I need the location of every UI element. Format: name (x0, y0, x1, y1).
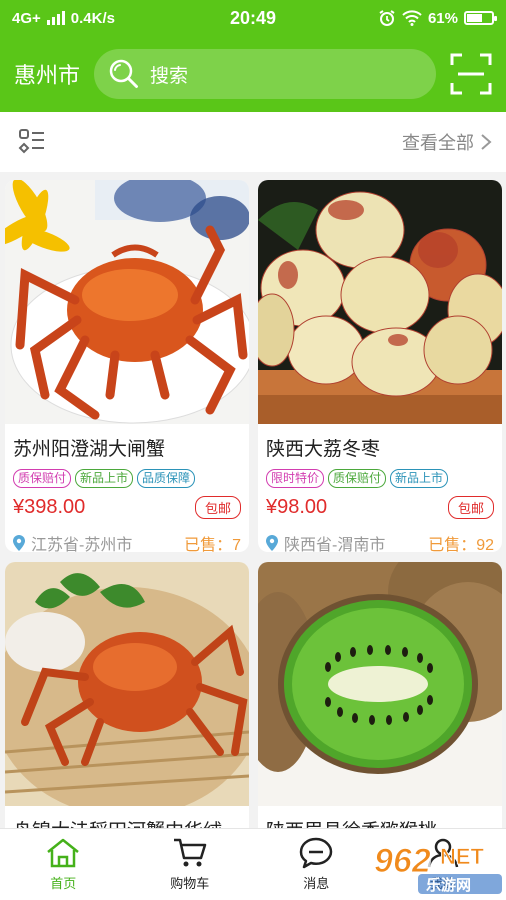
location-pin-icon (266, 535, 278, 551)
product-card[interactable]: 陕西眉县徐香猕猴桃 (258, 562, 502, 842)
kiwi-photo (258, 562, 502, 806)
product-card[interactable]: 苏州阳澄湖大闸蟹 质保赔付 新品上市 品质保障 ¥398.00 包邮 江苏省-苏… (5, 180, 249, 552)
nav-home-label: 首页 (50, 876, 77, 891)
nav-messages-label: 消息 (303, 876, 330, 891)
nav-cart-label: 购物车 (170, 876, 210, 891)
product-tag: 新品上市 (390, 469, 449, 488)
product-location: 陕西省-渭南市 (266, 531, 385, 552)
signal-icon (46, 11, 65, 25)
product-price: ¥98.00 (266, 496, 328, 518)
nav-home[interactable]: 首页 (0, 829, 127, 900)
product-tags: 质保赔付 新品上市 品质保障 (5, 469, 249, 488)
product-tag: 新品上市 (75, 469, 134, 488)
free-shipping-badge: 包邮 (447, 496, 494, 519)
jujube-photo (258, 180, 502, 424)
search-icon (109, 59, 138, 88)
svg-text:NET: NET (440, 844, 485, 869)
view-all-link[interactable]: 查看全部 (402, 129, 492, 155)
location-pin-icon (13, 535, 25, 551)
network-type: 4G+ (12, 9, 41, 27)
search-input[interactable]: 搜索 (150, 61, 188, 88)
product-tag: 质保赔付 (13, 469, 72, 488)
home-icon (47, 838, 80, 868)
status-left: 4G+ 0.4K/s (12, 10, 115, 27)
cart-icon (173, 838, 206, 867)
message-icon (300, 837, 333, 869)
price-row: ¥98.00 包邮 (258, 496, 502, 519)
product-tag: 限时特价 (266, 469, 325, 488)
crab-photo (5, 180, 249, 424)
chevron-right-icon (481, 134, 492, 150)
product-card[interactable]: 舟锦大洼稻田河蟹中华绒 (5, 562, 249, 842)
battery-percent: 61% (427, 9, 458, 27)
sold-count: 已售：7 (184, 537, 241, 552)
nav-messages[interactable]: 消息 (253, 829, 380, 900)
product-tags: 限时特价 质保赔付 新品上市 (258, 469, 502, 488)
alarm-icon (379, 10, 395, 26)
product-price: ¥398.00 (13, 496, 86, 518)
svg-text:乐游网: 乐游网 (426, 876, 471, 894)
layout-toggle-icon[interactable] (18, 128, 46, 156)
location-text: 陕西省-渭南市 (284, 537, 386, 552)
search-bar[interactable]: 搜索 (94, 49, 436, 99)
product-card[interactable]: 陕西大荔冬枣 限时特价 质保赔付 新品上市 ¥98.00 包邮 陕西省-渭南市 … (258, 180, 502, 552)
site-watermark: 962 NET 乐游网 (364, 830, 504, 896)
free-shipping-badge: 包邮 (194, 496, 241, 519)
wifi-icon (402, 10, 422, 26)
nav-cart[interactable]: 购物车 (127, 829, 254, 900)
network-speed: 0.4K/s (70, 9, 115, 27)
crab-steamer-photo (5, 562, 249, 806)
scan-icon (450, 53, 492, 95)
product-location: 江苏省-苏州市 (13, 531, 132, 552)
meta-row: 陕西省-渭南市 已售：92 (258, 531, 502, 552)
scan-button[interactable] (450, 53, 492, 95)
list-toolbar: 查看全部 (0, 112, 506, 172)
battery-icon (464, 11, 497, 25)
location-text: 江苏省-苏州市 (31, 537, 133, 552)
meta-row: 江苏省-苏州市 已售：7 (5, 531, 249, 552)
status-bar: 4G+ 0.4K/s 20:49 61% (0, 0, 506, 36)
top-header: 惠州市 搜索 (0, 36, 506, 112)
view-all-label: 查看全部 (402, 133, 474, 153)
price-row: ¥398.00 包邮 (5, 496, 249, 519)
product-title: 陕西大荔冬枣 (266, 439, 381, 460)
status-right: 61% (378, 9, 497, 27)
product-tag: 质保赔付 (328, 469, 387, 488)
city-selector[interactable]: 惠州市 (14, 58, 94, 90)
sold-count: 已售：92 (428, 537, 494, 552)
product-tag: 品质保障 (137, 469, 196, 488)
product-title: 苏州阳澄湖大闸蟹 (13, 439, 166, 460)
